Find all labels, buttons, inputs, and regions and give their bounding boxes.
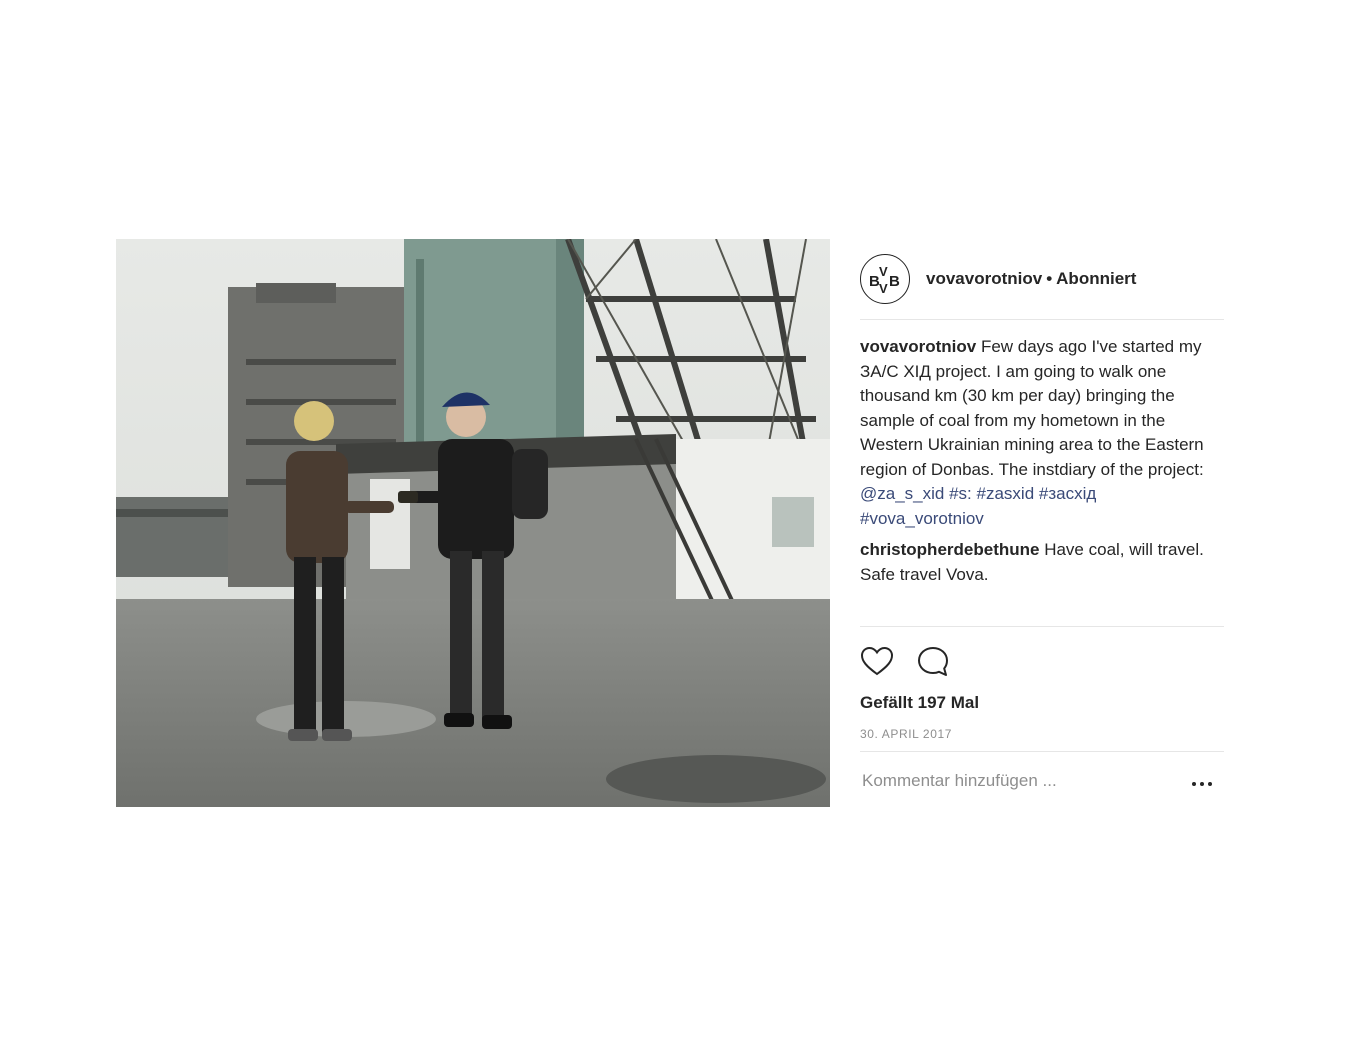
comment-username[interactable]: vovavorotniov bbox=[860, 337, 976, 356]
comment-bubble-icon bbox=[918, 647, 948, 676]
likes-count[interactable]: Gefällt 197 Mal bbox=[860, 693, 979, 713]
hashtag-link[interactable]: #засхід bbox=[1039, 484, 1096, 503]
more-options-icon-dot bbox=[1192, 782, 1196, 786]
post-header: B V V B vovavorotniov • Abonniert bbox=[860, 239, 1224, 320]
hashtag-link[interactable]: #s: bbox=[949, 484, 972, 503]
avatar[interactable]: B V V B bbox=[860, 254, 910, 304]
hashtag-link[interactable]: #vova_vorotniov bbox=[860, 509, 984, 528]
action-bar bbox=[860, 626, 1224, 687]
heart-icon bbox=[860, 646, 894, 676]
more-options-icon-dot bbox=[1200, 782, 1204, 786]
comments-list: vovavorotniov Few days ago I've started … bbox=[860, 335, 1224, 594]
bvvb-logo-icon: B V V B bbox=[869, 264, 900, 296]
comment-text-line2: Safe travel Vova. bbox=[860, 564, 989, 584]
more-options-icon-dot bbox=[1208, 782, 1212, 786]
hashtag-link[interactable]: #zasxid bbox=[977, 484, 1035, 503]
photo-scene bbox=[116, 239, 830, 807]
header-username[interactable]: vovavorotniov bbox=[926, 269, 1042, 288]
comment-username[interactable]: christopherdebethune bbox=[860, 540, 1039, 559]
svg-text:B: B bbox=[889, 273, 900, 290]
comment-text: Have coal, will travel. bbox=[1044, 540, 1204, 559]
reply-comment: christopherdebethune Have coal, will tra… bbox=[860, 538, 1224, 587]
post-date[interactable]: 30. APRIL 2017 bbox=[860, 727, 952, 741]
comment-button[interactable] bbox=[916, 645, 950, 679]
more-options-button[interactable] bbox=[1188, 776, 1216, 792]
post-side-panel: B V V B vovavorotniov • Abonniert vovavoro… bbox=[860, 239, 1224, 807]
like-button[interactable] bbox=[860, 645, 894, 679]
header-separator: • bbox=[1046, 269, 1053, 288]
comment-text: Few days ago I've started my ЗА/С ХІД pr… bbox=[860, 337, 1204, 479]
instagram-post: B V V B vovavorotniov • Abonniert vovavoro… bbox=[116, 239, 1226, 807]
header-text: vovavorotniov • Abonniert bbox=[926, 269, 1136, 289]
comment-input[interactable] bbox=[860, 766, 1174, 796]
add-comment-bar bbox=[860, 751, 1224, 808]
post-photo[interactable] bbox=[116, 239, 830, 807]
svg-text:V: V bbox=[879, 264, 888, 279]
follow-status[interactable]: Abonniert bbox=[1056, 269, 1136, 288]
mention-link[interactable]: @za_s_xid bbox=[860, 484, 944, 503]
caption-comment: vovavorotniov Few days ago I've started … bbox=[860, 335, 1224, 531]
svg-text:V: V bbox=[879, 281, 888, 296]
